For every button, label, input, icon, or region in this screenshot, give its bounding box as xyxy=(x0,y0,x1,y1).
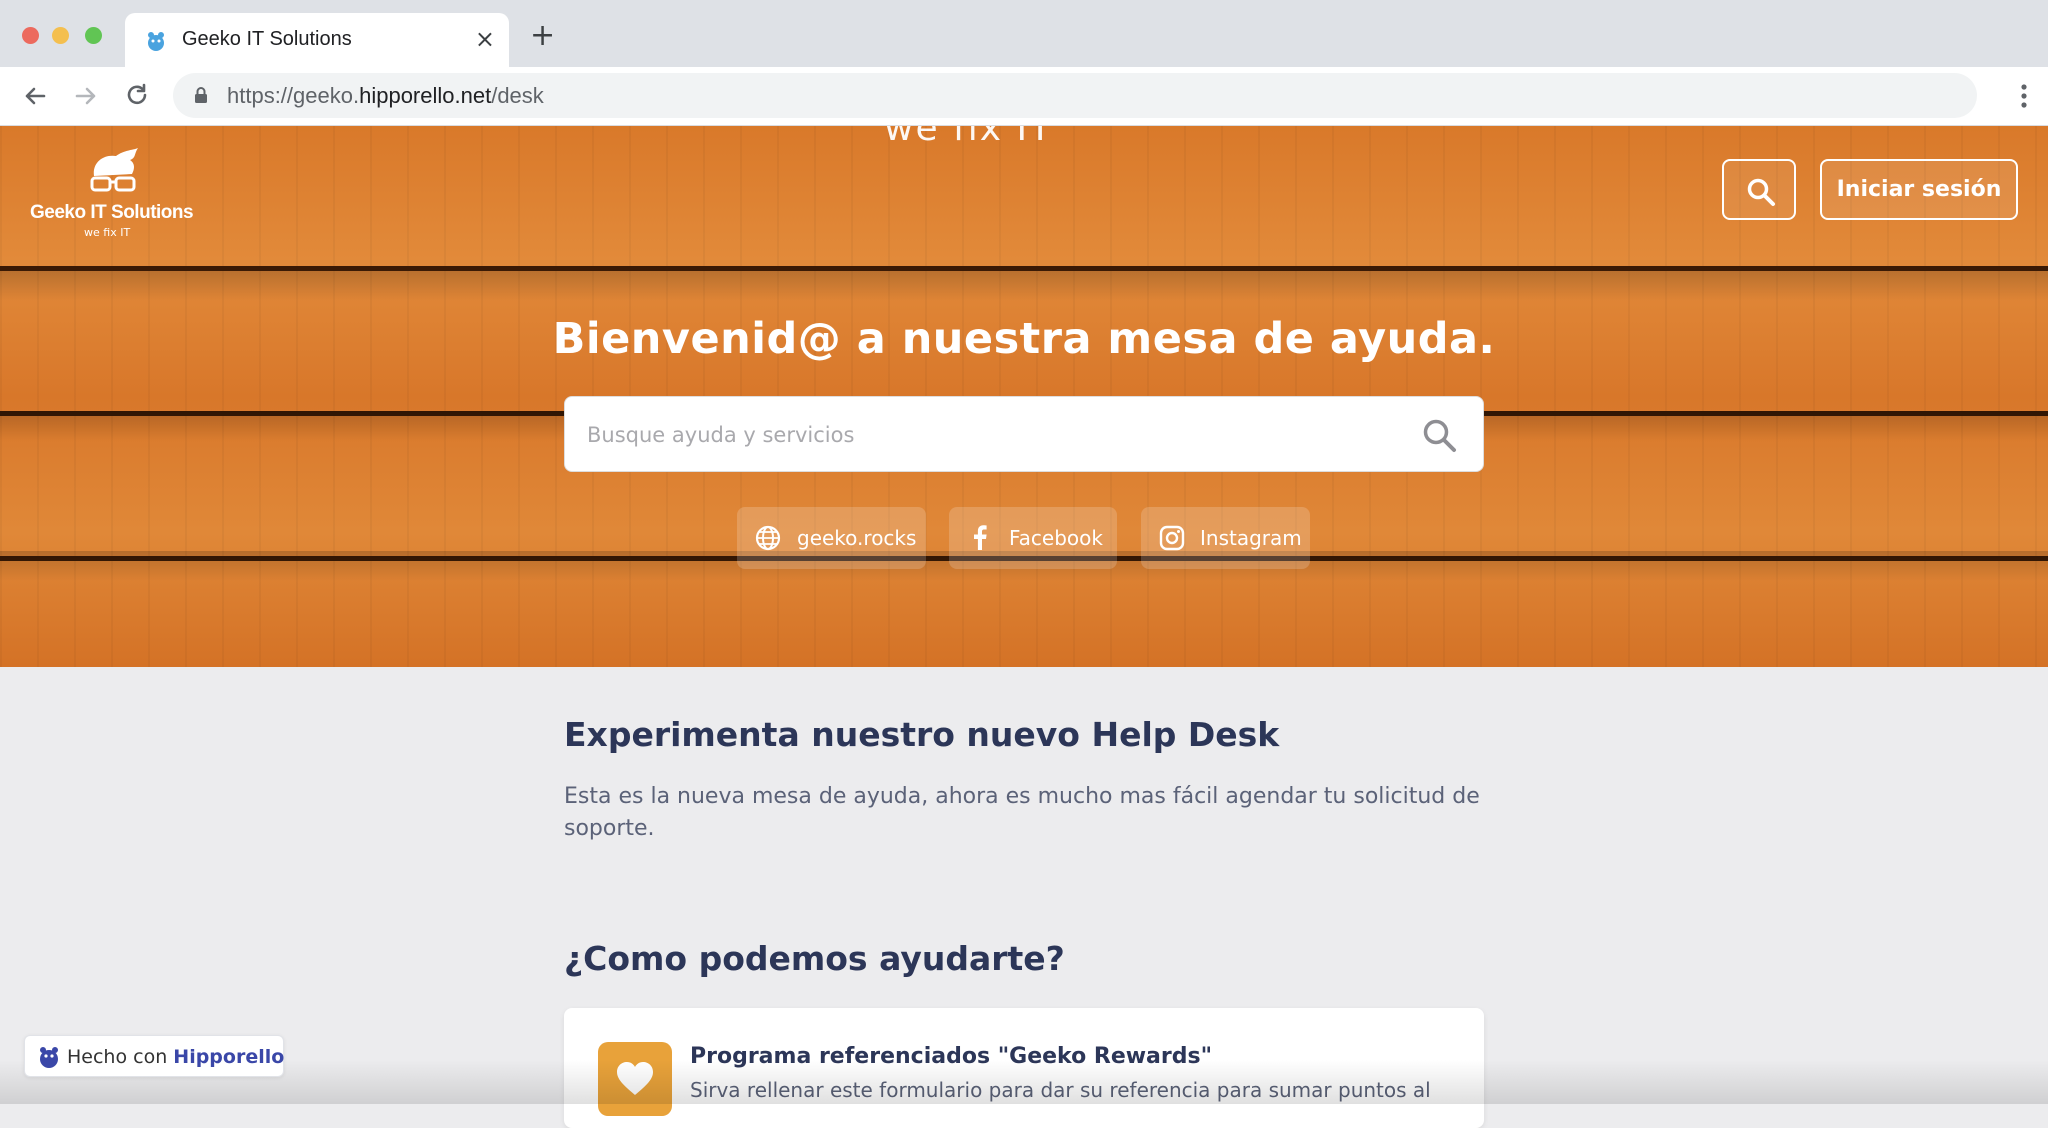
window-close-button[interactable] xyxy=(22,27,39,44)
window-maximize-button[interactable] xyxy=(85,27,102,44)
card-description: Sirva rellenar este formulario para dar … xyxy=(690,1078,1431,1102)
intro-heading: Experimenta nuestro nuevo Help Desk xyxy=(564,715,1280,754)
geeko-logo-icon xyxy=(90,148,138,192)
search-icon xyxy=(1747,178,1775,206)
link-label: geeko.rocks xyxy=(797,526,917,550)
back-arrow-icon[interactable] xyxy=(20,81,50,111)
logo-name: Geeko IT Solutions xyxy=(30,202,194,223)
search-icon[interactable] xyxy=(1421,417,1457,453)
badge-text: Hecho con Hipporello xyxy=(67,1046,284,1068)
service-card[interactable]: Programa referenciados "Geeko Rewards" S… xyxy=(564,1008,1484,1128)
tab-title: Geeko IT Solutions xyxy=(182,28,352,50)
link-geeko-rocks[interactable]: geeko.rocks xyxy=(737,507,926,569)
link-instagram[interactable]: Instagram xyxy=(1141,507,1310,569)
hero-search-input[interactable] xyxy=(587,415,1387,455)
header-search-button[interactable] xyxy=(1722,159,1796,220)
card-title: Programa referenciados "Geeko Rewards" xyxy=(690,1044,1213,1069)
reload-icon[interactable] xyxy=(122,81,152,111)
badge-brand: Hipporello xyxy=(173,1046,285,1068)
hippo-icon xyxy=(40,1047,58,1068)
browser-menu-icon[interactable] xyxy=(2020,83,2028,109)
help-heading: ¿Como podemos ayudarte? xyxy=(564,939,1065,978)
badge-prefix: Hecho con xyxy=(67,1046,168,1068)
slogan-top: we fix IT xyxy=(884,126,1054,149)
link-facebook[interactable]: Facebook xyxy=(949,507,1117,569)
hero-banner: we fix IT Geeko IT Solutions we fix IT I… xyxy=(0,126,2048,667)
globe-icon xyxy=(755,525,781,551)
instagram-icon xyxy=(1159,525,1185,551)
address-bar[interactable]: https://geeko.hipporello.net/desk xyxy=(173,73,1977,118)
heart-icon xyxy=(617,1062,653,1095)
browser-tab[interactable]: Geeko IT Solutions × xyxy=(125,13,509,67)
intro-text: Esta es la nueva mesa de ayuda, ahora es… xyxy=(564,784,1480,841)
url-path: /desk xyxy=(491,83,544,108)
window-minimize-button[interactable] xyxy=(52,27,69,44)
link-label: Instagram xyxy=(1200,526,1302,550)
site-logo[interactable]: Geeko IT Solutions we fix IT xyxy=(28,148,198,248)
lock-icon xyxy=(195,87,207,103)
url-text: https://geeko.hipporello.net/desk xyxy=(227,83,544,109)
card-icon-tile xyxy=(598,1042,672,1116)
browser-tab-strip: Geeko IT Solutions × + xyxy=(0,0,2048,67)
plank-shadow xyxy=(0,271,2048,301)
new-tab-button[interactable]: + xyxy=(530,21,555,51)
url-prefix: https://geeko. xyxy=(227,83,360,108)
login-button[interactable]: Iniciar sesión xyxy=(1820,159,2018,220)
hero-search-box xyxy=(564,396,1484,472)
browser-toolbar: https://geeko.hipporello.net/desk xyxy=(0,67,2048,126)
hippo-favicon-icon xyxy=(148,32,164,51)
link-label: Facebook xyxy=(1009,526,1103,550)
made-with-badge[interactable]: Hecho con Hipporello xyxy=(24,1035,284,1077)
facebook-icon xyxy=(974,525,987,550)
url-domain: hipporello.net xyxy=(359,83,492,108)
forward-arrow-icon[interactable] xyxy=(71,81,101,111)
logo-tagline: we fix IT xyxy=(84,226,131,239)
tab-close-icon[interactable]: × xyxy=(475,25,495,53)
hero-title: Bienvenid@ a nuestra mesa de ayuda. xyxy=(552,314,1496,364)
main-content: Experimenta nuestro nuevo Help Desk Esta… xyxy=(0,667,2048,1128)
